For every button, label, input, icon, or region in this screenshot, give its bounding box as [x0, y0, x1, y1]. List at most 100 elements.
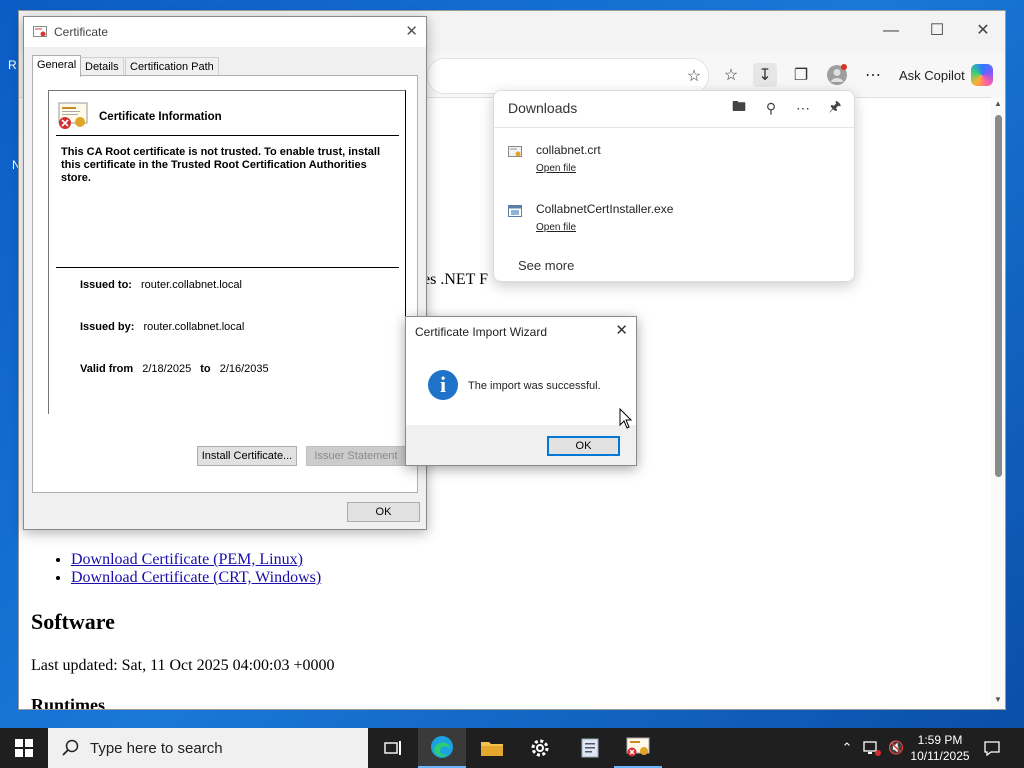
- downloads-title: Downloads: [508, 100, 578, 116]
- dialog-titlebar: Certificate ✕: [24, 17, 426, 47]
- more-options-icon[interactable]: ⋯: [794, 99, 812, 117]
- list-item: Download Certificate (CRT, Windows): [71, 569, 321, 587]
- software-heading: Software: [31, 609, 115, 634]
- issued-to-value: router.collabnet.local: [141, 279, 242, 291]
- system-tray: ⌃ 🔇: [838, 728, 904, 768]
- exe-file-icon: [508, 205, 522, 217]
- ask-copilot-label: Ask Copilot: [899, 67, 965, 83]
- divider: [494, 127, 854, 128]
- downloads-actions: 🖿 ⚲ ⋯ 🖈: [730, 98, 844, 117]
- mouse-cursor-icon: [619, 408, 633, 429]
- valid-from-label: Valid from: [80, 363, 134, 375]
- more-menu-icon[interactable]: ⋯: [861, 63, 885, 87]
- search-icon[interactable]: ⚲: [762, 99, 780, 117]
- chevron-up-icon[interactable]: ⌃: [838, 740, 856, 756]
- issued-by-label: Issued by:: [80, 321, 135, 333]
- ok-button[interactable]: OK: [547, 436, 620, 456]
- issued-to-label: Issued to:: [80, 279, 132, 291]
- see-more-link[interactable]: See more: [518, 258, 574, 273]
- task-view-icon[interactable]: [368, 728, 416, 768]
- network-icon[interactable]: [862, 739, 882, 757]
- certificate-taskbar-icon[interactable]: [614, 728, 662, 768]
- certificate-file-icon: [508, 146, 522, 157]
- pin-icon[interactable]: 🖈: [826, 98, 844, 117]
- tab-details[interactable]: Details: [80, 57, 124, 76]
- close-icon[interactable]: ✕: [973, 21, 993, 41]
- settings-gear-icon[interactable]: [516, 728, 564, 768]
- certificate-dialog: Certificate ✕ General Details Certificat…: [23, 16, 427, 530]
- issued-by-row: Issued by: router.collabnet.local: [80, 321, 244, 333]
- tab-certification-path[interactable]: Certification Path: [125, 57, 219, 76]
- page-scrollbar[interactable]: ▲ ▼: [991, 97, 1005, 709]
- downloads-panel: Downloads 🖿 ⚲ ⋯ 🖈 collabnet.crt Open fil…: [493, 90, 855, 282]
- address-bar[interactable]: ☆: [427, 58, 709, 94]
- open-folder-icon[interactable]: 🖿: [730, 98, 748, 117]
- download-file-name: collabnet.crt: [536, 143, 601, 157]
- collections-icon[interactable]: ❐: [789, 63, 813, 87]
- scroll-up-icon[interactable]: ▲: [993, 99, 1003, 109]
- certificate-info-heading: Certificate Information: [99, 111, 222, 123]
- clock-time: 1:59 PM: [917, 733, 963, 747]
- issued-to-row: Issued to: router.collabnet.local: [80, 279, 242, 291]
- taskbar: Type here to search ⌃ 🔇 1:59 PM 10/11/20…: [0, 728, 1024, 768]
- issuer-statement-button: Issuer Statement: [306, 446, 406, 466]
- downloads-icon[interactable]: ↧: [753, 63, 777, 87]
- certificate-manager-icon[interactable]: [566, 728, 614, 768]
- dialog-title: Certificate: [54, 25, 109, 39]
- divider: [56, 267, 399, 268]
- trust-warning-text: This CA Root certificate is not trusted.…: [61, 146, 381, 184]
- import-result-message: The import was successful.: [468, 380, 601, 392]
- page-text-fragment: es .NET F: [423, 271, 489, 288]
- certificate-icon: [33, 26, 47, 37]
- valid-to-value: 2/16/2035: [219, 363, 269, 375]
- minimize-icon[interactable]: —: [881, 21, 901, 41]
- copilot-icon: [970, 64, 993, 86]
- divider: [56, 135, 399, 136]
- certificate-untrusted-icon: [58, 102, 88, 129]
- favorites-icon[interactable]: ☆: [719, 63, 743, 87]
- close-icon[interactable]: ✕: [615, 321, 628, 339]
- notifications-icon[interactable]: [980, 728, 1004, 768]
- valid-dates-row: Valid from 2/18/2025 to 2/16/2035: [80, 363, 269, 375]
- issued-by-value: router.collabnet.local: [143, 321, 245, 333]
- desktop-text-fragment: R: [8, 58, 17, 72]
- runtimes-heading: Runtimes: [31, 695, 106, 709]
- install-certificate-button[interactable]: Install Certificate...: [197, 446, 297, 466]
- ask-copilot-button[interactable]: Ask Copilot: [899, 61, 993, 89]
- dialog-title: Certificate Import Wizard: [415, 325, 548, 339]
- download-file-name: CollabnetCertInstaller.exe: [536, 202, 674, 216]
- tab-panel-general: Certificate Information This CA Root cer…: [32, 75, 418, 493]
- scroll-down-icon[interactable]: ▼: [993, 695, 1003, 705]
- last-updated-text: Last updated: Sat, 11 Oct 2025 04:00:03 …: [31, 657, 335, 674]
- start-button[interactable]: [0, 728, 48, 768]
- maximize-icon[interactable]: ☐: [927, 21, 947, 41]
- open-file-link[interactable]: Open file: [536, 163, 576, 174]
- dialog-footer: OK: [406, 425, 636, 465]
- profile-avatar-icon[interactable]: [825, 63, 849, 87]
- taskbar-clock[interactable]: 1:59 PM 10/11/2025: [906, 732, 974, 764]
- clock-date: 10/11/2025: [910, 749, 970, 763]
- download-pem-link[interactable]: Download Certificate (PEM, Linux): [71, 551, 303, 568]
- search-placeholder: Type here to search: [90, 739, 223, 757]
- dialog-body: General Details Certification Path Certi…: [24, 47, 426, 529]
- import-wizard-dialog: Certificate Import Wizard ✕ i The import…: [405, 316, 637, 466]
- tab-general[interactable]: General: [32, 55, 82, 77]
- search-icon: [62, 739, 79, 756]
- favorite-star-icon[interactable]: ☆: [682, 64, 706, 88]
- valid-to-label: to: [200, 363, 211, 375]
- open-file-link[interactable]: Open file: [536, 222, 576, 233]
- ok-button[interactable]: OK: [347, 502, 420, 522]
- list-item: Download Certificate (PEM, Linux): [71, 551, 321, 569]
- edge-browser-icon[interactable]: [418, 728, 466, 768]
- download-crt-link[interactable]: Download Certificate (CRT, Windows): [71, 569, 321, 586]
- certificate-info-box: Certificate Information This CA Root cer…: [48, 90, 406, 414]
- taskbar-search-box[interactable]: Type here to search: [48, 728, 368, 768]
- valid-from-value: 2/18/2025: [142, 363, 192, 375]
- windows-logo-icon: [15, 739, 33, 757]
- scroll-thumb[interactable]: [995, 115, 1002, 477]
- file-explorer-icon[interactable]: [468, 728, 516, 768]
- info-icon: i: [428, 370, 458, 400]
- close-icon[interactable]: ✕: [405, 22, 418, 40]
- download-links-list: Download Certificate (PEM, Linux) Downlo…: [49, 551, 321, 587]
- volume-muted-icon[interactable]: 🔇: [888, 740, 904, 756]
